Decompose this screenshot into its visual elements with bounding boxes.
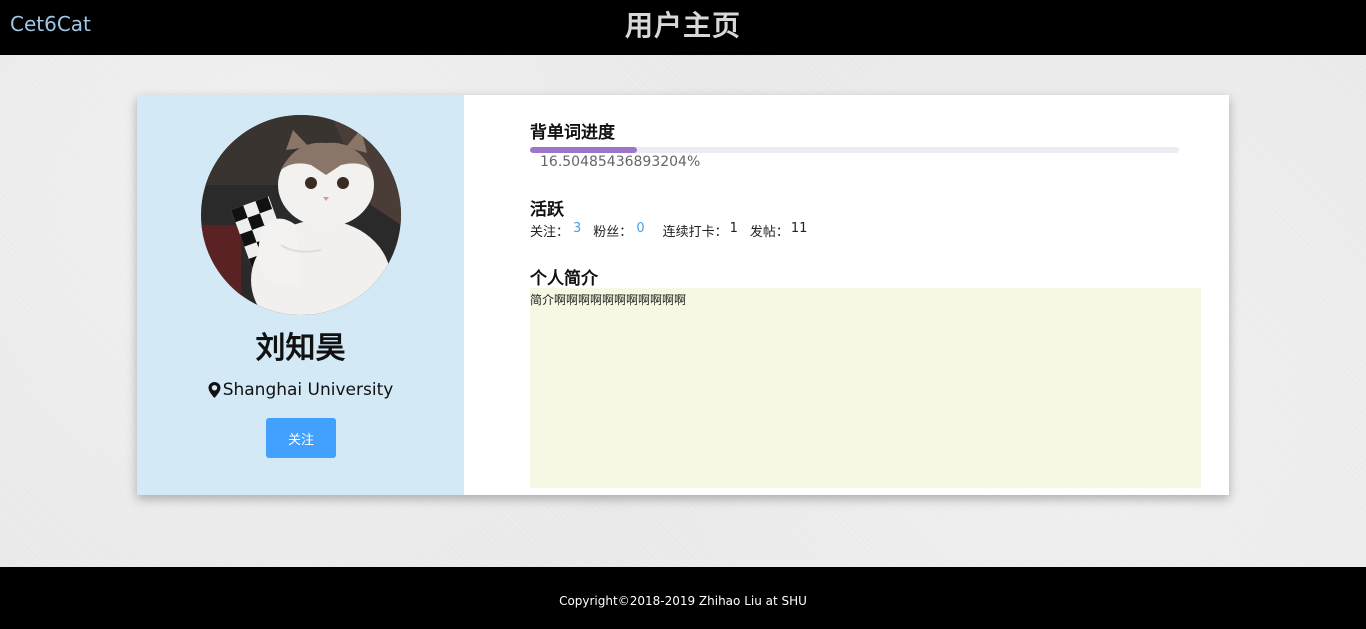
profile-card: 刘知昊 Shanghai University 关注 背单词进度 16.5048… xyxy=(137,95,1229,495)
following-label: 关注： xyxy=(530,225,570,240)
progress-title: 背单词进度 xyxy=(530,123,615,143)
vocab-progress-bar xyxy=(530,147,1179,153)
page-title: 用户主页 xyxy=(624,9,741,42)
location-text: Shanghai University xyxy=(222,380,394,400)
top-navbar: Cet6Cat 用户主页 xyxy=(0,0,1366,55)
streak-label: 连续打卡： xyxy=(662,225,728,240)
profile-sidebar: 刘知昊 Shanghai University 关注 xyxy=(137,95,464,495)
progress-percent-text: 16.50485436893204% xyxy=(540,154,701,170)
bio-title: 个人简介 xyxy=(530,269,598,289)
location-pin-icon xyxy=(208,382,221,398)
activity-stats: 关注： 3 粉丝： 0 连续打卡： 1 发帖： 11 xyxy=(530,221,807,240)
activity-title: 活跃 xyxy=(530,200,564,220)
cat-photo-avatar-icon xyxy=(201,115,401,315)
followers-count-link[interactable]: 0 xyxy=(636,221,644,240)
vocab-progress-fill xyxy=(530,147,638,153)
profile-details: 背单词进度 16.50485436893204% 活跃 关注： 3 粉丝： 0 … xyxy=(530,95,1202,495)
avatar xyxy=(201,115,401,315)
posts-count: 11 xyxy=(790,221,808,236)
copyright-text: Copyright©2018-2019 Zhihao Liu at SHU xyxy=(559,594,807,608)
user-name: 刘知昊 xyxy=(255,331,346,366)
following-count-link[interactable]: 3 xyxy=(573,221,581,240)
footer: Copyright©2018-2019 Zhihao Liu at SHU xyxy=(0,567,1366,629)
location: Shanghai University xyxy=(137,380,464,400)
streak-count: 1 xyxy=(729,221,738,236)
followers-label: 粉丝： xyxy=(593,225,633,240)
bio-box: 简介啊啊啊啊啊啊啊啊啊啊啊 xyxy=(530,288,1201,488)
follow-button[interactable]: 关注 xyxy=(266,418,336,458)
posts-label: 发帖： xyxy=(749,225,789,240)
